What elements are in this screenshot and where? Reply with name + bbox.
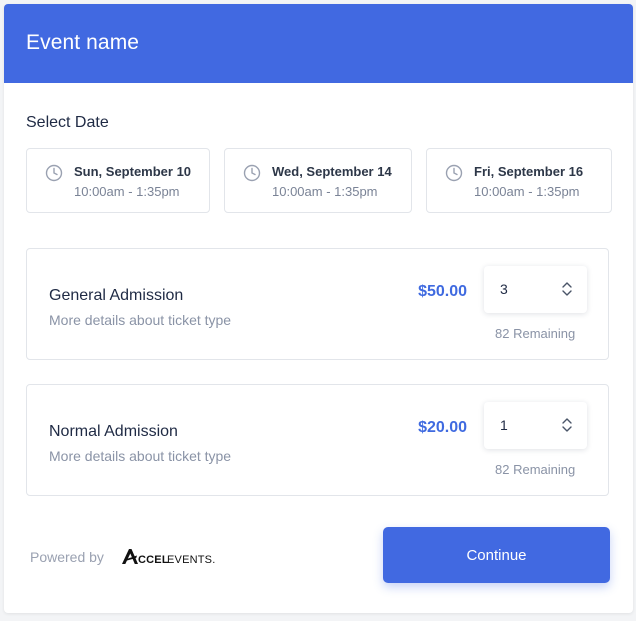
chevron-up-down-icon[interactable] <box>561 416 573 434</box>
ticket-name: General Admission <box>49 287 184 304</box>
quantity-value: 3 <box>500 281 508 297</box>
date-option-wed-sep-14[interactable]: Wed, September 14 10:00am - 1:35pm <box>224 148 412 213</box>
chevron-up-down-icon[interactable] <box>561 280 573 298</box>
quantity-stepper[interactable]: 3 <box>484 266 587 313</box>
svg-text:CCEL: CCEL <box>138 554 169 566</box>
svg-text:EVENTS.: EVENTS. <box>167 554 215 566</box>
remaining-count: 82 Remaining <box>495 462 576 477</box>
clock-icon <box>243 164 261 182</box>
date-option-sun-sep-10[interactable]: Sun, September 10 10:00am - 1:35pm <box>26 148 210 213</box>
ticket-normal-admission: Normal Admission More details about tick… <box>26 384 609 496</box>
continue-button[interactable]: Continue <box>383 527 610 583</box>
ticket-name: Normal Admission <box>49 423 178 440</box>
header: Event name <box>4 4 633 83</box>
ticket-general-admission: General Admission More details about tic… <box>26 248 609 360</box>
date-day: Wed, September 14 <box>272 164 392 179</box>
ticket-description: More details about ticket type <box>49 312 232 328</box>
event-title: Event name <box>26 31 140 54</box>
ticket-description: More details about ticket type <box>49 448 232 464</box>
quantity-value: 1 <box>500 417 508 433</box>
date-day: Sun, September 10 <box>74 164 192 179</box>
clock-icon <box>445 164 463 182</box>
remaining-count: 82 Remaining <box>495 326 576 341</box>
powered-by-label: Powered by <box>30 549 104 565</box>
clock-icon <box>45 164 63 182</box>
date-time: 10:00am - 1:35pm <box>272 184 378 199</box>
quantity-stepper[interactable]: 1 <box>484 402 587 449</box>
date-day: Fri, September 16 <box>474 164 584 179</box>
date-time: 10:00am - 1:35pm <box>474 184 580 199</box>
ticket-price: $20.00 <box>418 419 467 436</box>
select-date-title: Select Date <box>26 114 109 131</box>
accelevents-logo: CCEL EVENTS. <box>122 549 215 566</box>
ticket-widget: Event name Select Date Sun, September 10… <box>4 4 633 613</box>
ticket-price: $50.00 <box>418 283 467 300</box>
date-time: 10:00am - 1:35pm <box>74 184 180 199</box>
date-option-fri-sep-16[interactable]: Fri, September 16 10:00am - 1:35pm <box>426 148 612 213</box>
